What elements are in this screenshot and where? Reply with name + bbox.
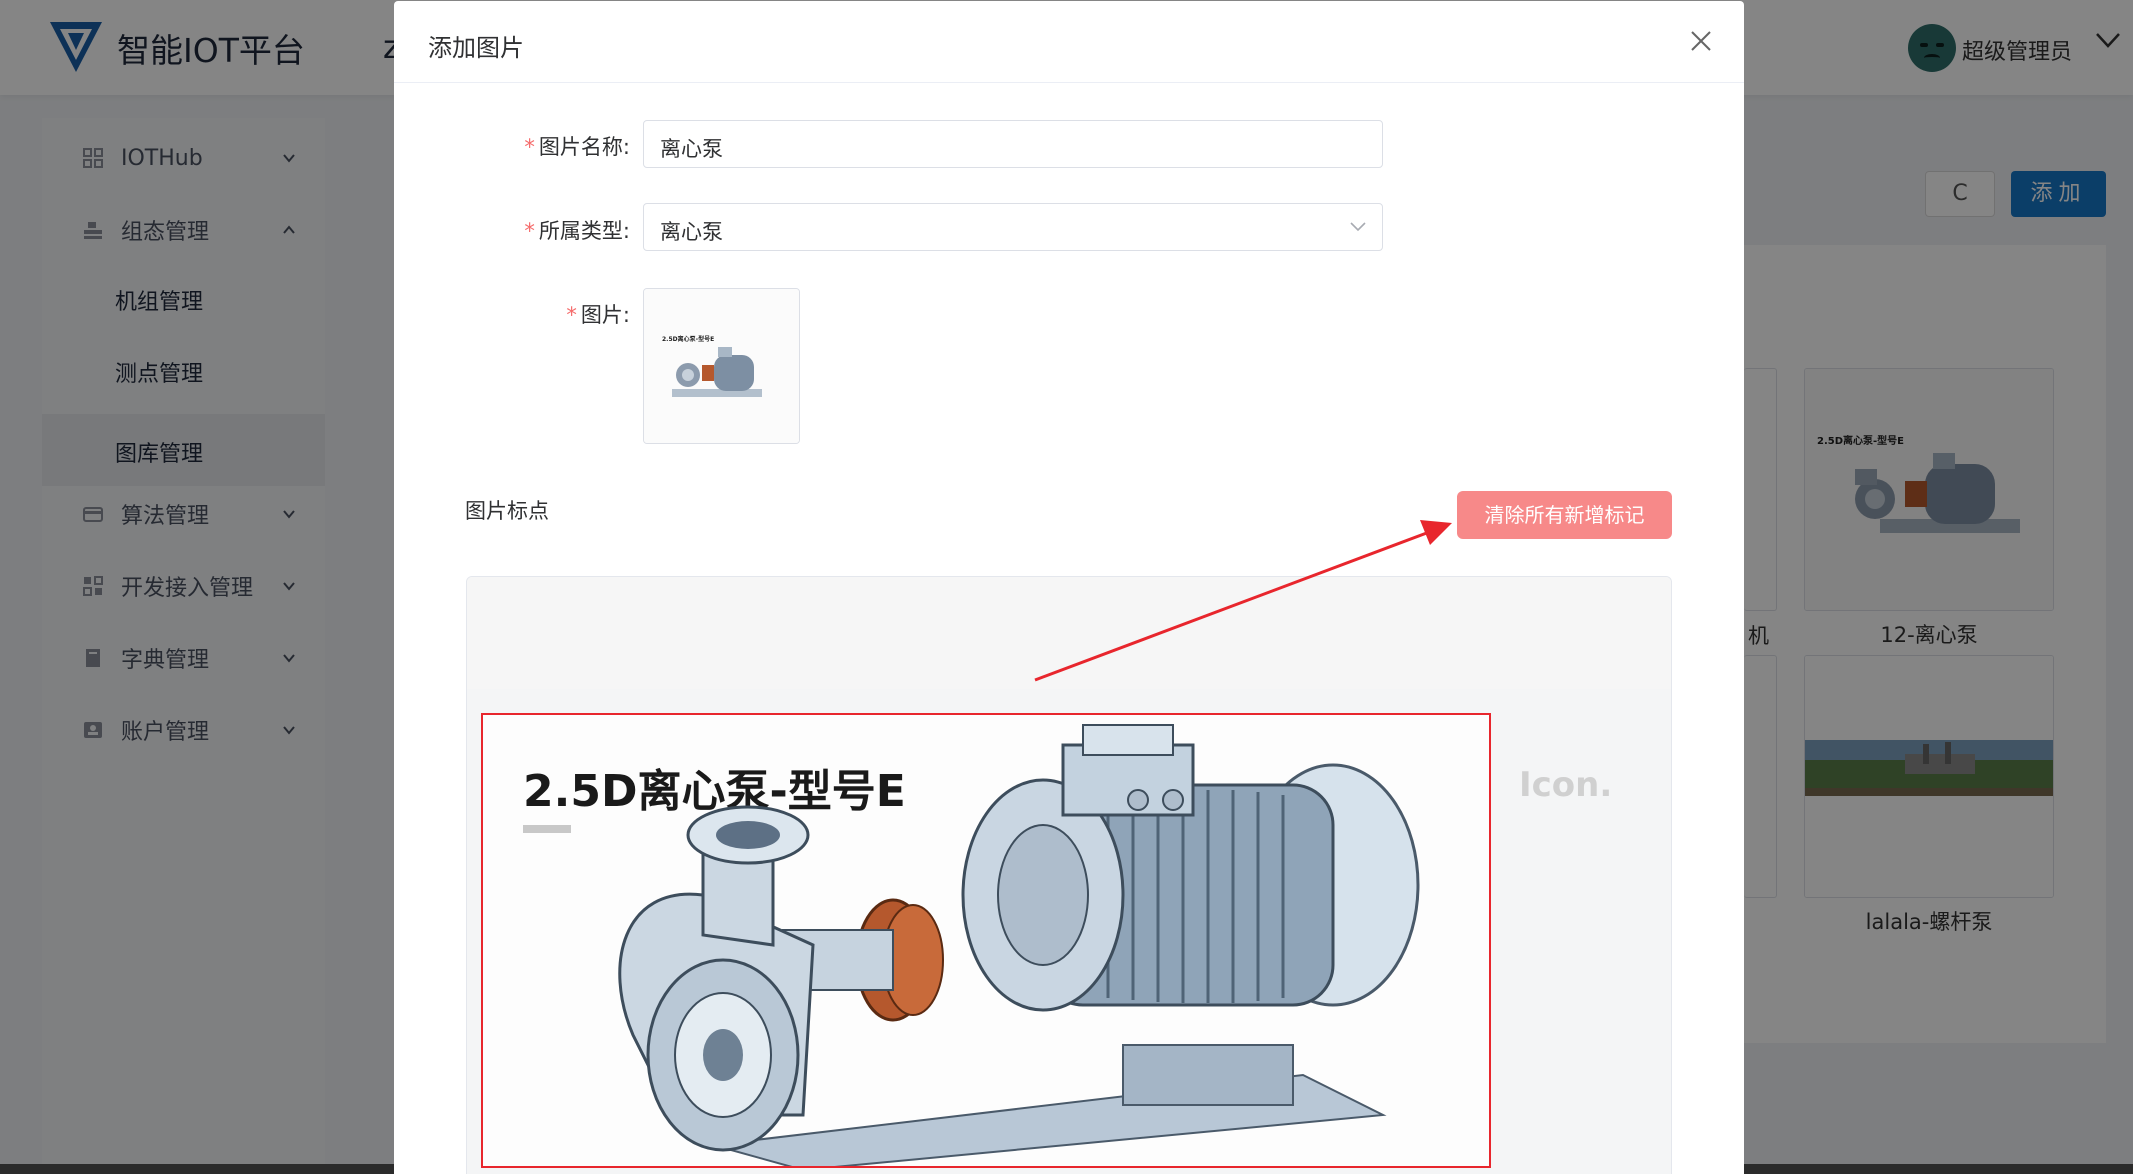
image-upload-label: * 图片: — [566, 303, 630, 327]
required-marker: * — [524, 135, 535, 159]
thumbnail-heading: 2.5D离心泵-型号E — [662, 335, 714, 343]
marked-region[interactable]: 2.5D离心泵-型号E — [481, 713, 1491, 1168]
required-marker: * — [566, 303, 577, 327]
dialog-title: 添加图片 — [428, 34, 524, 62]
chevron-down-icon — [1350, 222, 1366, 232]
required-marker: * — [524, 219, 535, 243]
image-name-label: * 图片名称: — [524, 135, 630, 159]
canvas-toolbar-area — [467, 577, 1671, 689]
image-type-label: * 所属类型: — [524, 219, 630, 243]
centrifugal-pump-illustration — [618, 724, 1420, 1166]
dialog-header: 添加图片 — [394, 1, 1744, 83]
close-icon[interactable] — [1690, 30, 1712, 52]
image-name-value: 离心泵 — [660, 137, 723, 161]
add-image-dialog: 添加图片 * 图片名称: 离心泵 * 所属类型: 离心泵 * 图片: 2.5D离心泵-… — [394, 1, 1744, 1174]
image-name-input[interactable]: 离心泵 — [643, 120, 1383, 168]
image-watermark: Icon. — [1519, 765, 1613, 805]
clear-new-marks-button[interactable]: 清除所有新增标记 — [1457, 491, 1672, 539]
image-type-value: 离心泵 — [660, 220, 723, 244]
image-type-select[interactable]: 离心泵 — [643, 203, 1383, 251]
uploaded-image-thumbnail[interactable]: 2.5D离心泵-型号E — [643, 288, 800, 444]
image-marking-label: 图片标点 — [465, 499, 549, 523]
image-marking-canvas[interactable]: Icon. 2.5D离心泵-型号E — [466, 576, 1672, 1174]
pump-thumbnail-image: 2.5D离心泵-型号E — [644, 289, 799, 443]
